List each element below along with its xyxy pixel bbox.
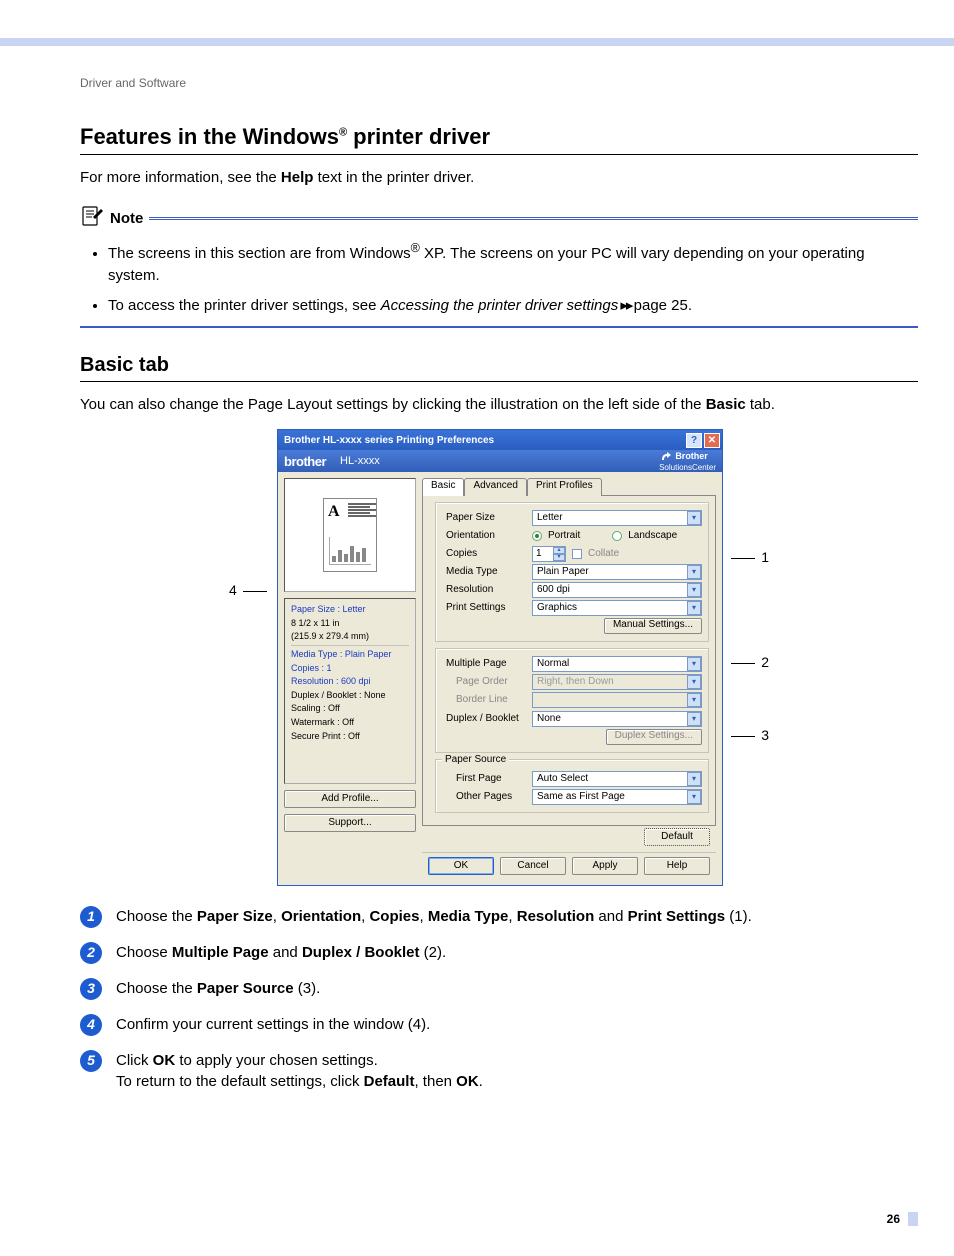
step-5: 5 Click OK to apply your chosen settings…	[80, 1050, 918, 1092]
help-button[interactable]: ?	[686, 433, 702, 448]
step-badge: 5	[80, 1050, 102, 1072]
multiple-page-combo[interactable]: Normal▾	[532, 656, 702, 672]
breadcrumb: Driver and Software	[80, 76, 918, 90]
tab-advanced[interactable]: Advanced	[464, 478, 526, 496]
group-multipage: Multiple Page Normal▾ Page Order Right, …	[435, 648, 709, 753]
title-post: printer driver	[347, 124, 490, 149]
first-page-combo[interactable]: Auto Select▾	[532, 771, 702, 787]
cancel-button[interactable]: Cancel	[500, 857, 566, 875]
step-2: 2 Choose Multiple Page and Duplex / Book…	[80, 942, 918, 964]
callout-2: 2	[731, 654, 769, 670]
section-intro: You can also change the Page Layout sett…	[80, 396, 918, 413]
note-label: Note	[110, 210, 143, 227]
border-line-combo: ▾	[532, 692, 702, 708]
group-paper-source: Paper Source First Page Auto Select▾ Oth…	[435, 759, 709, 813]
ok-button[interactable]: OK	[428, 857, 494, 875]
title-pre: Features in the Windows	[80, 124, 339, 149]
brand-row: brother HL-xxxx Brother SolutionsCenter	[278, 450, 722, 472]
note-item-1: The screens in this section are from Win…	[108, 239, 918, 287]
default-button[interactable]: Default	[644, 828, 710, 846]
settings-summary: Paper Size : Letter 8 1/2 x 11 in (215.9…	[284, 598, 416, 784]
duplex-settings-button: Duplex Settings...	[606, 729, 702, 745]
help-button-bottom[interactable]: Help	[644, 857, 710, 875]
model-label: HL-xxxx	[340, 455, 380, 467]
resolution-combo[interactable]: 600 dpi▾	[532, 582, 702, 598]
title-sup: ®	[339, 127, 347, 139]
group-basic-top: Paper Size Letter▾ Orientation Portrait …	[435, 502, 709, 642]
tab-basic[interactable]: Basic	[422, 478, 464, 496]
callout-3: 3	[731, 727, 769, 743]
paper-size-combo[interactable]: Letter▾	[532, 510, 702, 526]
landscape-radio[interactable]	[612, 531, 622, 541]
tabstrip: Basic Advanced Print Profiles	[422, 478, 716, 496]
note-item-2: To access the printer driver settings, s…	[108, 295, 918, 317]
tab-print-profiles[interactable]: Print Profiles	[527, 478, 602, 496]
print-settings-combo[interactable]: Graphics▾	[532, 600, 702, 616]
other-pages-combo[interactable]: Same as First Page▾	[532, 789, 702, 805]
add-profile-button[interactable]: Add Profile...	[284, 790, 416, 808]
portrait-radio[interactable]	[532, 531, 542, 541]
page-preview[interactable]: A	[284, 478, 416, 592]
paper-source-legend: Paper Source	[442, 754, 509, 765]
support-button[interactable]: Support...	[284, 814, 416, 832]
titlebar: Brother HL-xxxx series Printing Preferen…	[278, 430, 722, 450]
solutions-center-link[interactable]: Brother SolutionsCenter	[659, 450, 716, 472]
step-badge: 3	[80, 978, 102, 1000]
step-badge: 4	[80, 1014, 102, 1036]
dialog-title: Brother HL-xxxx series Printing Preferen…	[284, 435, 494, 446]
step-1: 1 Choose the Paper Size, Orientation, Co…	[80, 906, 918, 928]
step-3: 3 Choose the Paper Source (3).	[80, 978, 918, 1000]
note-rule	[149, 217, 918, 220]
copies-spinner[interactable]: 1▴▾	[532, 546, 566, 562]
callout-1: 1	[731, 549, 769, 565]
intro-paragraph: For more information, see the Help text …	[80, 169, 918, 186]
apply-button[interactable]: Apply	[572, 857, 638, 875]
note-icon	[80, 204, 104, 233]
step-4: 4 Confirm your current settings in the w…	[80, 1014, 918, 1036]
section-title: Basic tab	[80, 354, 918, 377]
print-prefs-dialog: Brother HL-xxxx series Printing Preferen…	[277, 429, 723, 886]
page-title: Features in the Windows® printer driver	[80, 124, 918, 150]
page-order-combo: Right, then Down▾	[532, 674, 702, 690]
dialog-screenshot: 4 1 2 3 Brother HL-xxxx series Printing …	[229, 429, 769, 886]
callout-4: 4	[229, 582, 267, 598]
step-badge: 1	[80, 906, 102, 928]
page-number: 26	[878, 1212, 918, 1226]
page-icon: A	[323, 498, 377, 572]
duplex-combo[interactable]: None▾	[532, 711, 702, 727]
close-button[interactable]: ✕	[704, 433, 720, 448]
media-type-combo[interactable]: Plain Paper▾	[532, 564, 702, 580]
collate-checkbox[interactable]	[572, 549, 582, 559]
manual-settings-button[interactable]: Manual Settings...	[604, 618, 702, 634]
step-badge: 2	[80, 942, 102, 964]
brand-logo: brother	[284, 454, 326, 469]
